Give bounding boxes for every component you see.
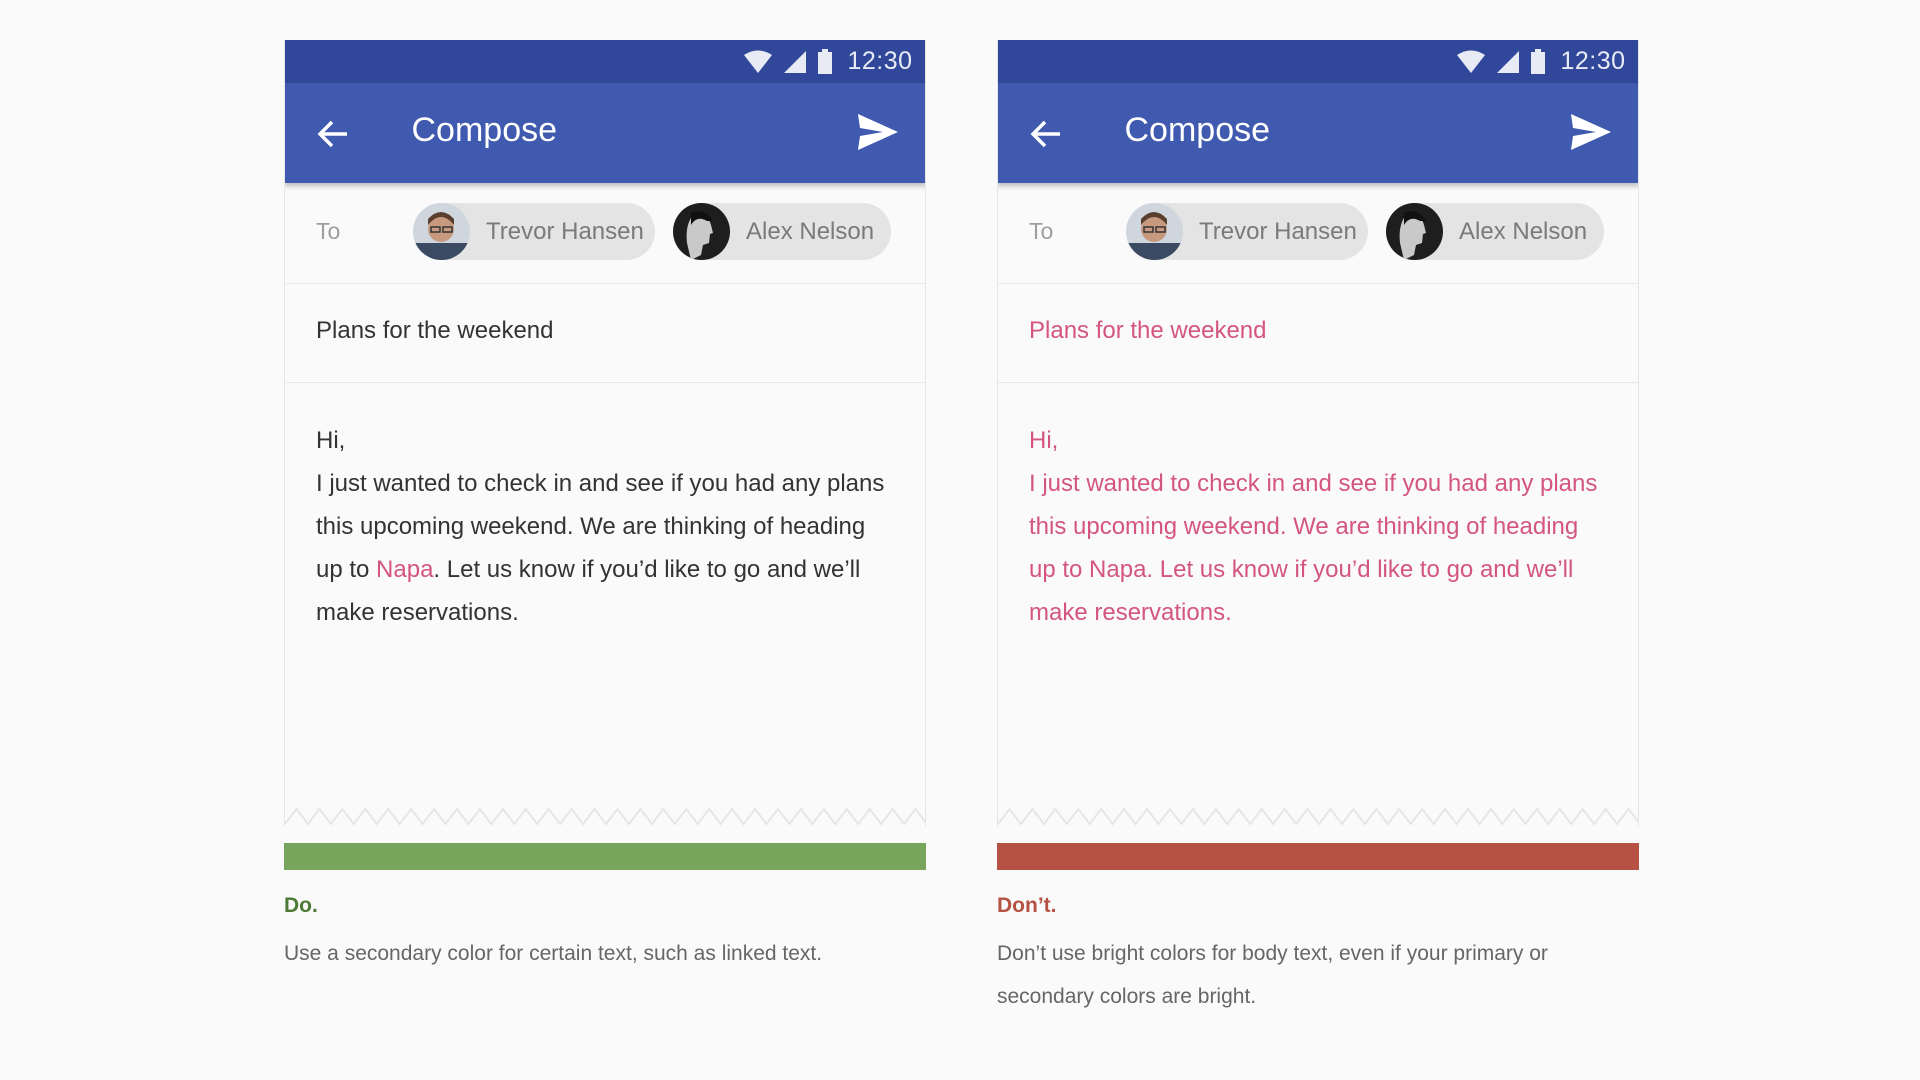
dont-caption: Don’t use bright colors for body text, e… [997,942,1548,1008]
do-color-bar [284,843,926,870]
status-time: 12:30 [1560,47,1626,75]
send-icon[interactable] [1570,113,1612,151]
recipient-name: Alex Nelson [1459,217,1588,245]
avatar [413,203,470,260]
recipient-name: Alex Nelson [746,217,875,245]
greeting: Hi, [316,427,346,454]
recipient-name: Trevor Hansen [486,217,644,245]
subject-text: Plans for the weekend [316,317,554,344]
do-label: Do. [284,894,318,917]
do-caption: Use a secondary color for certain text, … [284,942,823,965]
torn-edge [285,807,925,826]
napa-link[interactable]: Napa [1089,556,1146,583]
arrow-back-icon[interactable] [316,117,350,151]
phone-mockup: 12:30 Compose To Trevor Hansen Alex Nels… [997,40,1639,826]
phone-mockup: 12:30 Compose To Trevor Hansen Alex Nels… [284,40,926,826]
recipient-chip[interactable]: Trevor Hansen [1126,203,1368,260]
send-icon[interactable] [857,113,899,151]
dont-label: Don’t. [997,894,1057,917]
message-body[interactable]: Hi, I just wanted to check in and see if… [285,383,925,634]
recipient-chip[interactable]: Trevor Hansen [413,203,655,260]
app-bar: Compose [285,83,925,183]
recipient-name: Trevor Hansen [1199,217,1357,245]
status-bar: 12:30 [998,40,1638,83]
page-title: Compose [1124,111,1271,149]
status-time: 12:30 [847,47,913,75]
greeting: Hi, [1029,427,1059,454]
to-label: To [1029,218,1054,244]
page-title: Compose [411,111,558,149]
avatar [1126,203,1183,260]
to-label: To [316,218,341,244]
status-bar: 12:30 [285,40,925,83]
arrow-back-icon[interactable] [1029,117,1063,151]
app-bar: Compose [998,83,1638,183]
subject-field[interactable]: Plans for the weekend [285,284,925,383]
battery-icon [818,48,833,74]
dont-example: 12:30 Compose To Trevor Hansen Alex Nels… [997,40,1639,1018]
battery-icon [1531,48,1546,74]
to-field[interactable]: To Trevor Hansen Alex Nelson [285,183,925,284]
torn-edge [998,807,1638,826]
napa-link[interactable]: Napa [376,556,433,583]
avatar [1386,203,1443,260]
message-body[interactable]: Hi, I just wanted to check in and see if… [998,383,1638,634]
wifi-icon [744,50,773,73]
subject-field[interactable]: Plans for the weekend [998,284,1638,383]
wifi-icon [1457,50,1486,73]
signal-icon [784,50,807,73]
subject-text: Plans for the weekend [1029,317,1267,344]
recipient-chip[interactable]: Alex Nelson [673,203,891,260]
body-paragraph: I just wanted to check in and see if you… [1029,462,1607,634]
recipient-chip[interactable]: Alex Nelson [1386,203,1604,260]
to-field[interactable]: To Trevor Hansen Alex Nelson [998,183,1638,284]
do-example: 12:30 Compose To Trevor Hansen Alex Nels… [284,40,926,975]
body-paragraph: I just wanted to check in and see if you… [316,462,894,634]
dont-color-bar [997,843,1639,870]
signal-icon [1497,50,1520,73]
avatar [673,203,730,260]
